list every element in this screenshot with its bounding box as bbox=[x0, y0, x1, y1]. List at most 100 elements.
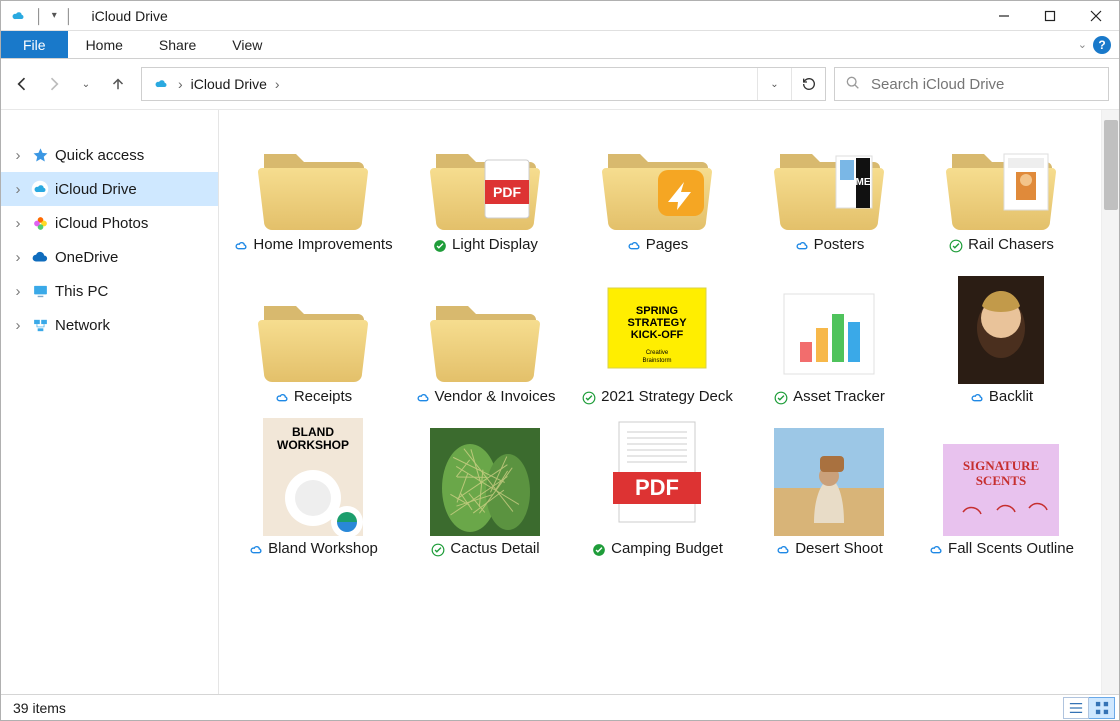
body: ›Quick access›iCloud Drive›iCloud Photos… bbox=[1, 110, 1119, 694]
sidebar-item-label: This PC bbox=[55, 283, 108, 300]
sidebar-item-label: iCloud Photos bbox=[55, 215, 148, 232]
file-item[interactable]: Desert Shoot bbox=[745, 424, 913, 562]
window-controls bbox=[981, 1, 1119, 30]
sidebar-item-network[interactable]: ›Network bbox=[1, 308, 218, 342]
icons-view-button[interactable] bbox=[1089, 697, 1115, 719]
qat: │ ▾ │ iCloud Drive bbox=[1, 7, 168, 25]
qat-divider: │ bbox=[35, 8, 44, 24]
statusbar: 39 items bbox=[1, 694, 1119, 720]
cloud-status-icon bbox=[969, 390, 985, 406]
file-label: Posters bbox=[814, 236, 865, 254]
file-item[interactable]: Asset Tracker bbox=[745, 272, 913, 410]
file-label: Bland Workshop bbox=[268, 540, 378, 558]
sidebar-item-this-pc[interactable]: ›This PC bbox=[1, 274, 218, 308]
file-item[interactable]: Vendor & Invoices bbox=[401, 272, 569, 410]
file-thumbnail: SPRINGSTRATEGYKICK-OFFCreativeBrainstorm bbox=[597, 276, 717, 384]
file-label: Backlit bbox=[989, 388, 1033, 406]
file-label-row: Vendor & Invoices bbox=[415, 388, 556, 406]
icloud-icon bbox=[31, 180, 49, 198]
available-status-icon bbox=[581, 390, 597, 406]
file-item[interactable]: BLANDWORKSHOP Bland Workshop bbox=[229, 424, 397, 562]
file-item[interactable]: PDF Camping Budget bbox=[573, 424, 741, 562]
minimize-button[interactable] bbox=[981, 1, 1027, 30]
window-title: iCloud Drive bbox=[92, 8, 168, 24]
close-button[interactable] bbox=[1073, 1, 1119, 30]
titlebar: │ ▾ │ iCloud Drive bbox=[1, 1, 1119, 31]
search-field[interactable] bbox=[834, 67, 1109, 101]
sidebar-item-onedrive[interactable]: › OneDrive bbox=[1, 240, 218, 274]
sidebar-item-label: iCloud Drive bbox=[55, 181, 137, 198]
history-dropdown-icon[interactable]: ⌄ bbox=[75, 79, 97, 90]
up-button[interactable] bbox=[107, 75, 129, 93]
file-thumbnail bbox=[941, 276, 1061, 384]
file-item[interactable]: Rail Chasers bbox=[917, 120, 1085, 258]
breadcrumb-segment-0[interactable]: iCloud Drive bbox=[187, 74, 271, 94]
file-label: Receipts bbox=[294, 388, 352, 406]
file-item[interactable]: SPRINGSTRATEGYKICK-OFFCreativeBrainstorm… bbox=[573, 272, 741, 410]
maximize-button[interactable] bbox=[1027, 1, 1073, 30]
sidebar-item-label: Quick access bbox=[55, 147, 144, 164]
help-button[interactable]: ? bbox=[1093, 36, 1111, 54]
file-label-row: Camping Budget bbox=[591, 540, 723, 558]
window-icon bbox=[9, 7, 27, 25]
file-label: 2021 Strategy Deck bbox=[601, 388, 733, 406]
chevron-right-icon: › bbox=[11, 249, 25, 266]
back-button[interactable] bbox=[11, 74, 33, 94]
file-thumbnail: PDF bbox=[597, 428, 717, 536]
svg-text:ME: ME bbox=[856, 177, 871, 188]
sidebar-item-icloud-photos[interactable]: ›iCloud Photos bbox=[1, 206, 218, 240]
file-label-row: Backlit bbox=[969, 388, 1033, 406]
chevron-right-icon: › bbox=[11, 317, 25, 334]
svg-text:PDF: PDF bbox=[493, 184, 521, 200]
vertical-scrollbar[interactable] bbox=[1101, 110, 1119, 694]
ribbon-tab-home[interactable]: Home bbox=[68, 31, 141, 58]
file-label: Cactus Detail bbox=[450, 540, 539, 558]
file-item[interactable]: SIGNATURESCENTSFall Scents Outline bbox=[917, 424, 1085, 562]
nav-pane: ›Quick access›iCloud Drive›iCloud Photos… bbox=[1, 110, 219, 694]
scroll-thumb[interactable] bbox=[1104, 120, 1118, 210]
address-dropdown-button[interactable]: ⌄ bbox=[757, 68, 791, 100]
network-icon bbox=[31, 316, 49, 334]
file-item[interactable]: PDF Light Display bbox=[401, 120, 569, 258]
breadcrumb-root[interactable] bbox=[148, 73, 174, 95]
sidebar-item-label: OneDrive bbox=[55, 249, 118, 266]
breadcrumb: › iCloud Drive › bbox=[148, 73, 757, 95]
file-thumbnail bbox=[253, 124, 373, 232]
cloud-status-icon bbox=[626, 238, 642, 254]
file-label: Camping Budget bbox=[611, 540, 723, 558]
search-input[interactable] bbox=[871, 76, 1108, 93]
details-view-button[interactable] bbox=[1063, 697, 1089, 719]
file-item[interactable]: Pages bbox=[573, 120, 741, 258]
sidebar-item-quick-access[interactable]: ›Quick access bbox=[1, 138, 218, 172]
file-label-row: Fall Scents Outline bbox=[928, 540, 1074, 558]
file-label-row: Light Display bbox=[432, 236, 538, 254]
refresh-button[interactable] bbox=[791, 68, 825, 100]
chevron-right-icon: › bbox=[11, 181, 25, 198]
qat-dropdown-icon[interactable]: ▾ bbox=[52, 10, 57, 21]
ribbon-tab-share[interactable]: Share bbox=[141, 31, 214, 58]
address-bar[interactable]: › iCloud Drive › ⌄ bbox=[141, 67, 826, 101]
sidebar-item-icloud-drive[interactable]: › iCloud Drive bbox=[1, 172, 218, 206]
cloud-status-icon bbox=[415, 390, 431, 406]
ribbon-tab-view[interactable]: View bbox=[214, 31, 280, 58]
photos-icon bbox=[31, 214, 49, 232]
cloud-status-icon bbox=[794, 238, 810, 254]
ribbon-collapse-icon[interactable]: ⌄ bbox=[1078, 38, 1087, 51]
file-thumbnail: PDF bbox=[425, 124, 545, 232]
file-label-row: Pages bbox=[626, 236, 689, 254]
file-item[interactable]: Home Improvements bbox=[229, 120, 397, 258]
file-thumbnail bbox=[769, 276, 889, 384]
file-item[interactable]: Cactus Detail bbox=[401, 424, 569, 562]
file-grid[interactable]: Home Improvements PDF Light Display Pages ME… bbox=[219, 110, 1101, 694]
file-thumbnail bbox=[425, 276, 545, 384]
available-status-icon bbox=[430, 542, 446, 558]
file-thumbnail: BLANDWORKSHOP bbox=[253, 428, 373, 536]
ribbon-tab-file[interactable]: File bbox=[1, 31, 68, 58]
cloud-status-icon bbox=[775, 542, 791, 558]
content-wrap: Home Improvements PDF Light Display Pages ME… bbox=[219, 110, 1119, 694]
cloud-status-icon bbox=[233, 238, 249, 254]
file-item[interactable]: Backlit bbox=[917, 272, 1085, 410]
file-item[interactable]: Receipts bbox=[229, 272, 397, 410]
forward-button[interactable] bbox=[43, 74, 65, 94]
file-item[interactable]: ME Posters bbox=[745, 120, 913, 258]
